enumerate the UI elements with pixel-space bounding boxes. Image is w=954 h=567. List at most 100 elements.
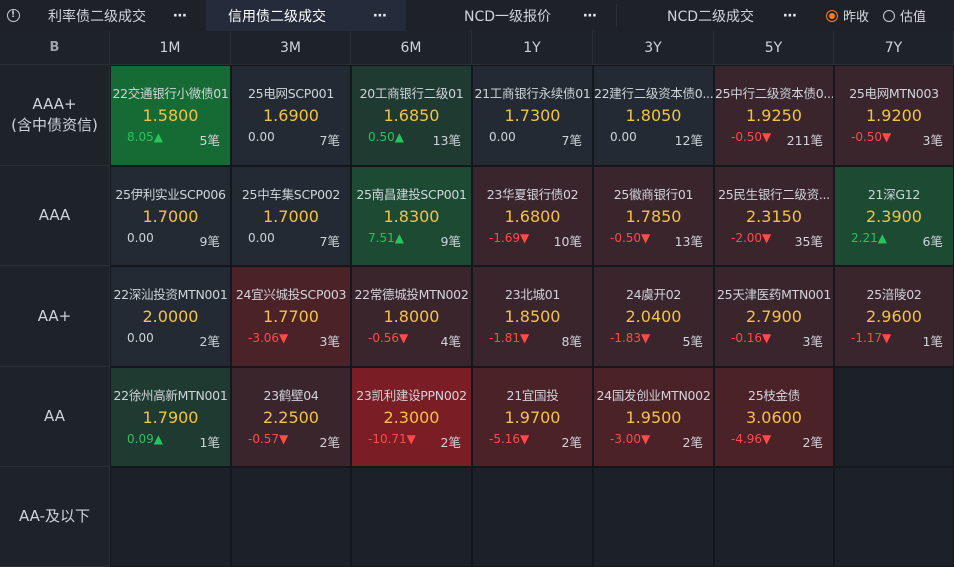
bond-cell[interactable]: 25南昌建投SCP001 1.8300 7.51▲ 9笔 <box>351 166 472 266</box>
tab-credit-bond[interactable]: 信用债二级成交 ⋯ <box>206 0 406 31</box>
bond-change: 8.05▲ <box>127 130 163 144</box>
bond-cell[interactable]: 22建行二级资本债0... 1.8050 0.00 12笔 <box>593 65 714 166</box>
bond-change: -1.81▼ <box>489 331 530 345</box>
trade-count: 2笔 <box>802 435 823 450</box>
bond-cell[interactable]: 20工商银行二级01 1.6850 0.50▲ 13笔 <box>351 65 472 166</box>
row-header-label: AA+ <box>37 306 72 325</box>
bond-yield: 1.6900 <box>263 106 319 125</box>
column-header-3y[interactable]: 3Y <box>593 31 714 65</box>
tab-label: NCD一级报价 <box>464 8 552 25</box>
row-header: AA+ <box>0 266 110 367</box>
bond-cell[interactable]: 22常德城投MTN002 1.8000 -0.56▼ 4笔 <box>351 266 472 367</box>
bond-change: -1.83▼ <box>610 331 651 345</box>
more-icon[interactable]: ⋯ <box>173 8 188 24</box>
bond-change: 0.50▲ <box>368 130 404 144</box>
empty-cell <box>714 467 834 567</box>
bond-name: 24宜兴城投SCP003 <box>235 287 347 302</box>
bond-cell[interactable]: 23北城01 1.8500 -1.81▼ 8笔 <box>472 266 593 367</box>
bond-change: 0.00 <box>248 231 275 245</box>
bond-yield: 1.7700 <box>263 307 319 326</box>
bond-cell[interactable]: 25枝金债 3.0600 -4.96▼ 2笔 <box>714 367 834 467</box>
radio-valuation[interactable]: 估值 <box>883 6 926 25</box>
bond-change: 0.00 <box>610 130 637 144</box>
bond-yield: 1.6850 <box>383 106 440 125</box>
column-header-3m[interactable]: 3M <box>231 31 351 65</box>
trade-count: 10笔 <box>553 234 582 249</box>
bond-cell[interactable]: 24国发创业MTN002 1.9500 -3.00▼ 2笔 <box>593 367 714 467</box>
bond-cell[interactable]: 25伊利实业SCP006 1.7000 0.00 9笔 <box>110 166 231 266</box>
empty-cell <box>593 467 714 567</box>
trade-count: 2笔 <box>561 435 582 450</box>
bond-change: 0.00 <box>127 331 154 345</box>
row-header-label: AA-及以下 <box>18 507 91 525</box>
bond-cell[interactable]: 22交通银行小微债01 1.5800 8.05▲ 5笔 <box>110 65 231 166</box>
bond-change: 7.51▲ <box>368 231 404 245</box>
bond-change: -3.00▼ <box>610 432 651 446</box>
column-header-6m[interactable]: 6M <box>351 31 472 65</box>
bond-cell[interactable]: 21宜国投 1.9700 -5.16▼ 2笔 <box>472 367 593 467</box>
bond-cell[interactable]: 23鹤壁04 2.2500 -0.57▼ 2笔 <box>231 367 351 467</box>
tab-label: 利率债二级成交 <box>48 8 146 25</box>
bond-cell[interactable]: 25徽商银行01 1.7850 -0.50▼ 13笔 <box>593 166 714 266</box>
radio-prev-close[interactable]: 昨收 <box>826 6 869 25</box>
bond-cell[interactable]: 25电网SCP001 1.6900 0.00 7笔 <box>231 65 351 166</box>
more-icon[interactable]: ⋯ <box>373 8 388 24</box>
bond-cell[interactable]: 23华夏银行债02 1.6800 -1.69▼ 10笔 <box>472 166 593 266</box>
bond-change: -0.16▼ <box>731 331 772 345</box>
trade-count: 2笔 <box>682 435 703 450</box>
tab-ncd-primary[interactable]: NCD一级报价 ⋯ <box>406 0 616 31</box>
bond-yield: 1.9200 <box>866 106 922 125</box>
trade-count: 13笔 <box>432 133 461 148</box>
bond-change: -2.00▼ <box>731 231 772 245</box>
bond-yield: 1.6800 <box>504 207 561 226</box>
info-button[interactable]: ! <box>0 0 26 31</box>
row-header-label: AAA+ <box>32 95 77 113</box>
bond-cell[interactable]: 25中车集SCP002 1.7000 0.00 7笔 <box>231 166 351 266</box>
column-header-7y[interactable]: 7Y <box>834 31 954 65</box>
bond-yield: 2.3150 <box>746 207 802 226</box>
tab-ncd-secondary[interactable]: NCD二级成交 ⋯ <box>617 0 816 31</box>
bond-cell[interactable]: 25天津医药MTN001 2.7900 -0.16▼ 3笔 <box>714 266 834 367</box>
more-icon[interactable]: ⋯ <box>783 8 798 24</box>
bond-yield: 1.9250 <box>746 106 802 125</box>
bond-yield: 1.7000 <box>142 207 199 226</box>
bond-yield: 1.8000 <box>383 307 440 326</box>
bond-name: 20工商银行二级01 <box>359 86 464 101</box>
row-header-label: (含中债资信) <box>11 116 98 134</box>
bond-cell[interactable]: 25涪陵02 2.9600 -1.17▼ 1笔 <box>834 266 954 367</box>
tab-label: NCD二级成交 <box>667 8 755 25</box>
bond-cell[interactable]: 24宜兴城投SCP003 1.7700 -3.06▼ 3笔 <box>231 266 351 367</box>
trade-count: 7笔 <box>319 234 340 249</box>
empty-cell <box>834 467 954 567</box>
column-header-5y[interactable]: 5Y <box>714 31 834 65</box>
bond-cell[interactable]: 25电网MTN003 1.9200 -0.50▼ 3笔 <box>834 65 954 166</box>
bond-yield: 2.7900 <box>746 307 802 326</box>
bond-yield: 2.0000 <box>142 307 199 326</box>
bond-cell[interactable]: 24虞开02 2.0400 -1.83▼ 5笔 <box>593 266 714 367</box>
bond-cell[interactable]: 21深G12 2.3900 2.21▲ 6笔 <box>834 166 954 266</box>
bond-cell[interactable]: 22徐州高新MTN001 1.7900 0.09▲ 1笔 <box>110 367 231 467</box>
bond-name: 22建行二级资本债0... <box>594 86 713 101</box>
bond-yield: 2.3000 <box>383 408 440 427</box>
bond-name: 23北城01 <box>504 287 560 302</box>
corner-logo-icon[interactable]: B <box>0 31 110 65</box>
more-icon[interactable]: ⋯ <box>583 8 598 24</box>
bond-change: 2.21▲ <box>851 231 887 245</box>
tab-rate-bond[interactable]: 利率债二级成交 ⋯ <box>26 0 206 31</box>
bond-cell[interactable]: 25民生银行二级资... 2.3150 -2.00▼ 35笔 <box>714 166 834 266</box>
bond-name: 24虞开02 <box>625 287 681 302</box>
bond-change: -4.96▼ <box>731 432 772 446</box>
bond-cell[interactable]: 23凯利建设PPN002 2.3000 -10.71▼ 2笔 <box>351 367 472 467</box>
bond-cell[interactable]: 21工商银行永续债01 1.7300 0.00 7笔 <box>472 65 593 166</box>
bond-name: 25伊利实业SCP006 <box>115 187 226 202</box>
bond-cell[interactable]: 22深汕投资MTN001 2.0000 0.00 2笔 <box>110 266 231 367</box>
column-header-1m[interactable]: 1M <box>110 31 231 65</box>
bond-change: -3.06▼ <box>248 331 289 345</box>
bond-yield: 1.8300 <box>383 207 440 226</box>
column-header-1y[interactable]: 1Y <box>472 31 593 65</box>
bond-name: 22常德城投MTN002 <box>354 287 469 302</box>
bond-name: 21深G12 <box>867 187 921 202</box>
bond-name: 25中车集SCP002 <box>241 187 341 202</box>
row-header: AA <box>0 367 110 467</box>
bond-cell[interactable]: 25中行二级资本债0... 1.9250 -0.50▼ 211笔 <box>714 65 834 166</box>
